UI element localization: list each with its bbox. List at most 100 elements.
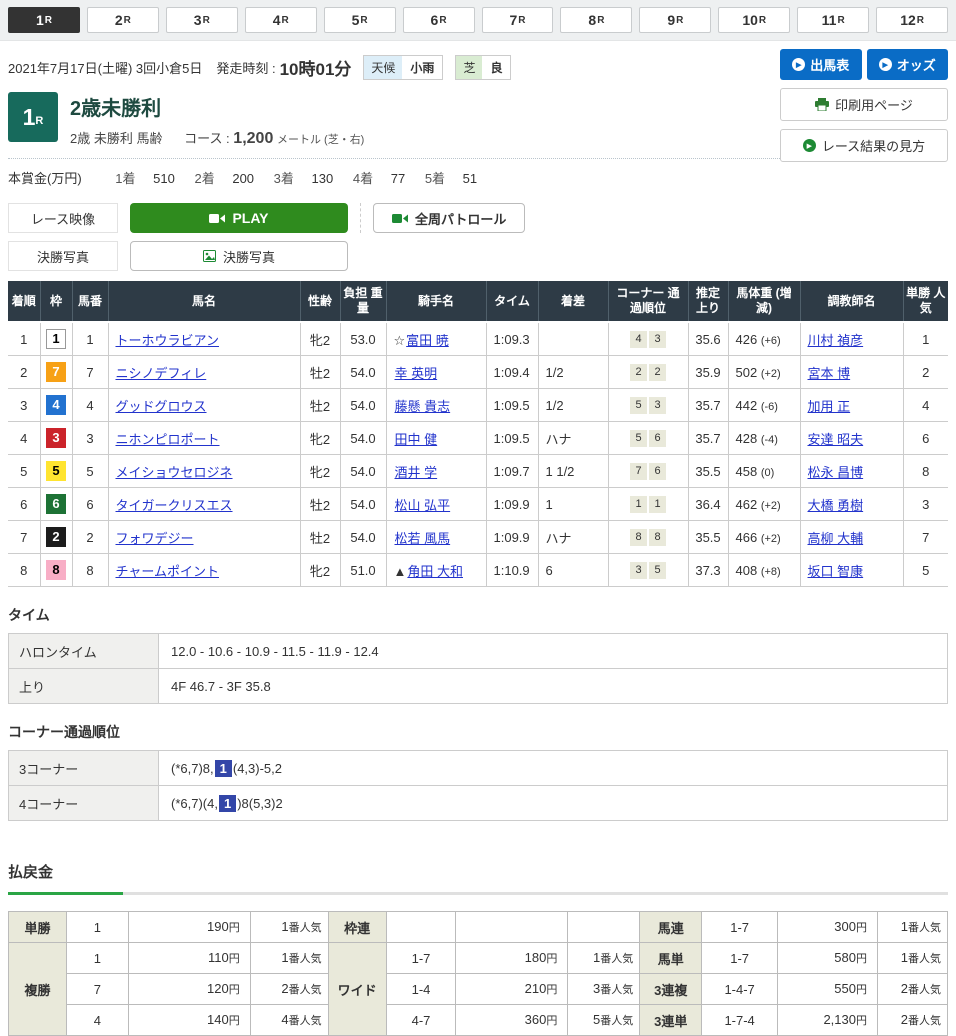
trainer-link[interactable]: 大橋 勇樹 (808, 498, 864, 513)
col-jockey: 騎手名 (386, 281, 486, 322)
carried-weight: 54.0 (340, 488, 386, 521)
sex-age: 牝2 (300, 554, 340, 587)
last-3f: 35.5 (688, 521, 728, 554)
body-weight-cell: 428 (-4) (728, 422, 800, 455)
corner-order-text: )8(5,3)2 (237, 796, 283, 811)
horse-link[interactable]: ニシノデフィレ (116, 366, 207, 381)
win-favorite: 3 (903, 488, 948, 521)
frame-badge: 8 (46, 560, 66, 580)
race-tab-5r[interactable]: 5R (324, 7, 396, 33)
wide-amount: 180円 (456, 943, 568, 974)
horse-link[interactable]: メイショウセロジネ (116, 465, 233, 480)
exacta-amount: 580円 (778, 943, 878, 974)
horse-link[interactable]: チャームポイント (116, 564, 219, 579)
jockey-cell: 藤懸 貴志 (386, 389, 486, 422)
horse-link[interactable]: トーホウラビアン (116, 333, 219, 348)
horse-link[interactable]: タイガークリスエス (116, 498, 233, 513)
jockey-link[interactable]: 角田 大和 (407, 564, 463, 579)
trifecta-popularity: 2番人気 (877, 1005, 947, 1036)
place-number: 1 (66, 943, 128, 974)
horse-link[interactable]: グッドグロウス (116, 399, 207, 414)
horse-link[interactable]: フォワデジー (116, 531, 194, 546)
course-unit: メートル (芝・右) (277, 134, 364, 146)
trainer-link[interactable]: 安達 昭夫 (808, 432, 864, 447)
race-tab-3r[interactable]: 3R (166, 7, 238, 33)
start-time-label: 発走時刻 : (216, 58, 275, 77)
finish-photo-button[interactable]: 決勝写真 (130, 241, 348, 271)
quinella-popularity: 1番人気 (877, 912, 947, 943)
margin: ハナ (538, 422, 608, 455)
body-weight-cell: 408 (+8) (728, 554, 800, 587)
frame-cell: 4 (40, 389, 72, 422)
race-tab-9r[interactable]: 9R (639, 7, 711, 33)
corner-position: 3 (649, 331, 666, 348)
corner-position: 6 (649, 463, 666, 480)
arrow-right-icon: ▶ (792, 58, 805, 71)
time-table: ハロンタイム 12.0 - 10.6 - 10.9 - 11.5 - 11.9 … (8, 633, 948, 704)
jockey-link[interactable]: 松若 風馬 (395, 531, 451, 546)
patrol-video-button[interactable]: 全周パトロール (373, 203, 525, 233)
trainer-link[interactable]: 坂口 智康 (808, 564, 864, 579)
entry-table-button[interactable]: ▶ 出馬表 (780, 49, 862, 80)
col-body-weight: 馬体重 (増減) (728, 281, 800, 322)
jockey-link[interactable]: 松山 弘平 (395, 498, 451, 513)
jockey-link[interactable]: 幸 英明 (395, 366, 438, 381)
jockey-link[interactable]: 富田 暁 (406, 333, 449, 348)
trainer-link[interactable]: 松永 昌博 (808, 465, 864, 480)
jockey-cell: ▲角田 大和 (386, 554, 486, 587)
horse-link[interactable]: ニホンピロポート (116, 432, 220, 447)
how-to-read-button[interactable]: ▶ レース結果の見方 (780, 129, 948, 162)
race-tab-4r[interactable]: 4R (245, 7, 317, 33)
race-tab-7r[interactable]: 7R (482, 7, 554, 33)
wide-popularity: 1番人気 (568, 943, 640, 974)
carried-weight: 54.0 (340, 521, 386, 554)
race-tab-8r[interactable]: 8R (560, 7, 632, 33)
patrol-video-label: 全周パトロール (415, 209, 506, 228)
jockey-link[interactable]: 田中 健 (395, 432, 438, 447)
corner-position: 5 (649, 562, 666, 579)
race-tab-2r[interactable]: 2R (87, 7, 159, 33)
corner-order: 11 (608, 488, 688, 521)
trio-label: 3連複 (640, 974, 702, 1005)
prize-money-line: 本賞金(万円) 1着 510 2着 200 3着 130 4着 77 5着 51 (8, 159, 780, 191)
trainer-link[interactable]: 高柳 大輔 (808, 531, 864, 546)
race-tab-6r[interactable]: 6R (403, 7, 475, 33)
frame-cell: 8 (40, 554, 72, 587)
margin: 1 (538, 488, 608, 521)
race-tab-1r[interactable]: 1R (8, 7, 80, 33)
race-tab-12r[interactable]: 12R (876, 7, 948, 33)
col-horse-name: 馬名 (108, 281, 300, 322)
col-sex-age: 性齢 (300, 281, 340, 322)
frame-cell: 1 (40, 322, 72, 356)
finish-position: 6 (8, 488, 40, 521)
race-tab-suffix: R (45, 15, 52, 26)
results-table: 着順 枠 馬番 馬名 性齢 負担 重量 騎手名 タイム 着差 コーナー 通過順位… (8, 281, 948, 587)
prize-place: 3着 (274, 171, 294, 186)
frame-badge: 7 (46, 362, 66, 382)
turf-value: 良 (482, 56, 510, 79)
jockey-link[interactable]: 酒井 学 (395, 465, 438, 480)
race-tab-11r[interactable]: 11R (797, 7, 869, 33)
body-weight-diff: (+2) (761, 368, 781, 380)
video-camera-icon (392, 213, 408, 224)
trio-amount: 550円 (778, 974, 878, 1005)
finish-position: 4 (8, 422, 40, 455)
bracket-quinella-number (386, 912, 456, 943)
furlong-time-value: 12.0 - 10.6 - 10.9 - 11.5 - 11.9 - 12.4 (159, 634, 948, 669)
print-page-button[interactable]: 印刷用ページ (780, 88, 948, 121)
trainer-link[interactable]: 宮本 博 (808, 366, 851, 381)
play-button[interactable]: PLAY (130, 203, 348, 233)
trainer-link[interactable]: 加用 正 (808, 399, 851, 414)
jockey-link[interactable]: 藤懸 貴志 (395, 399, 451, 414)
race-tab-10r[interactable]: 10R (718, 7, 790, 33)
odds-button[interactable]: ▶ オッズ (867, 49, 949, 80)
winner-number-box: 1 (219, 795, 236, 812)
finish-position: 7 (8, 521, 40, 554)
horse-name-cell: メイショウセロジネ (108, 455, 300, 488)
finish-time: 1:09.9 (486, 521, 538, 554)
race-tab-number: 12 (900, 12, 916, 28)
horse-number: 2 (72, 521, 108, 554)
race-tab-suffix: R (676, 15, 683, 26)
trainer-link[interactable]: 川村 禎彦 (808, 333, 864, 348)
place-amount: 110円 (128, 943, 250, 974)
